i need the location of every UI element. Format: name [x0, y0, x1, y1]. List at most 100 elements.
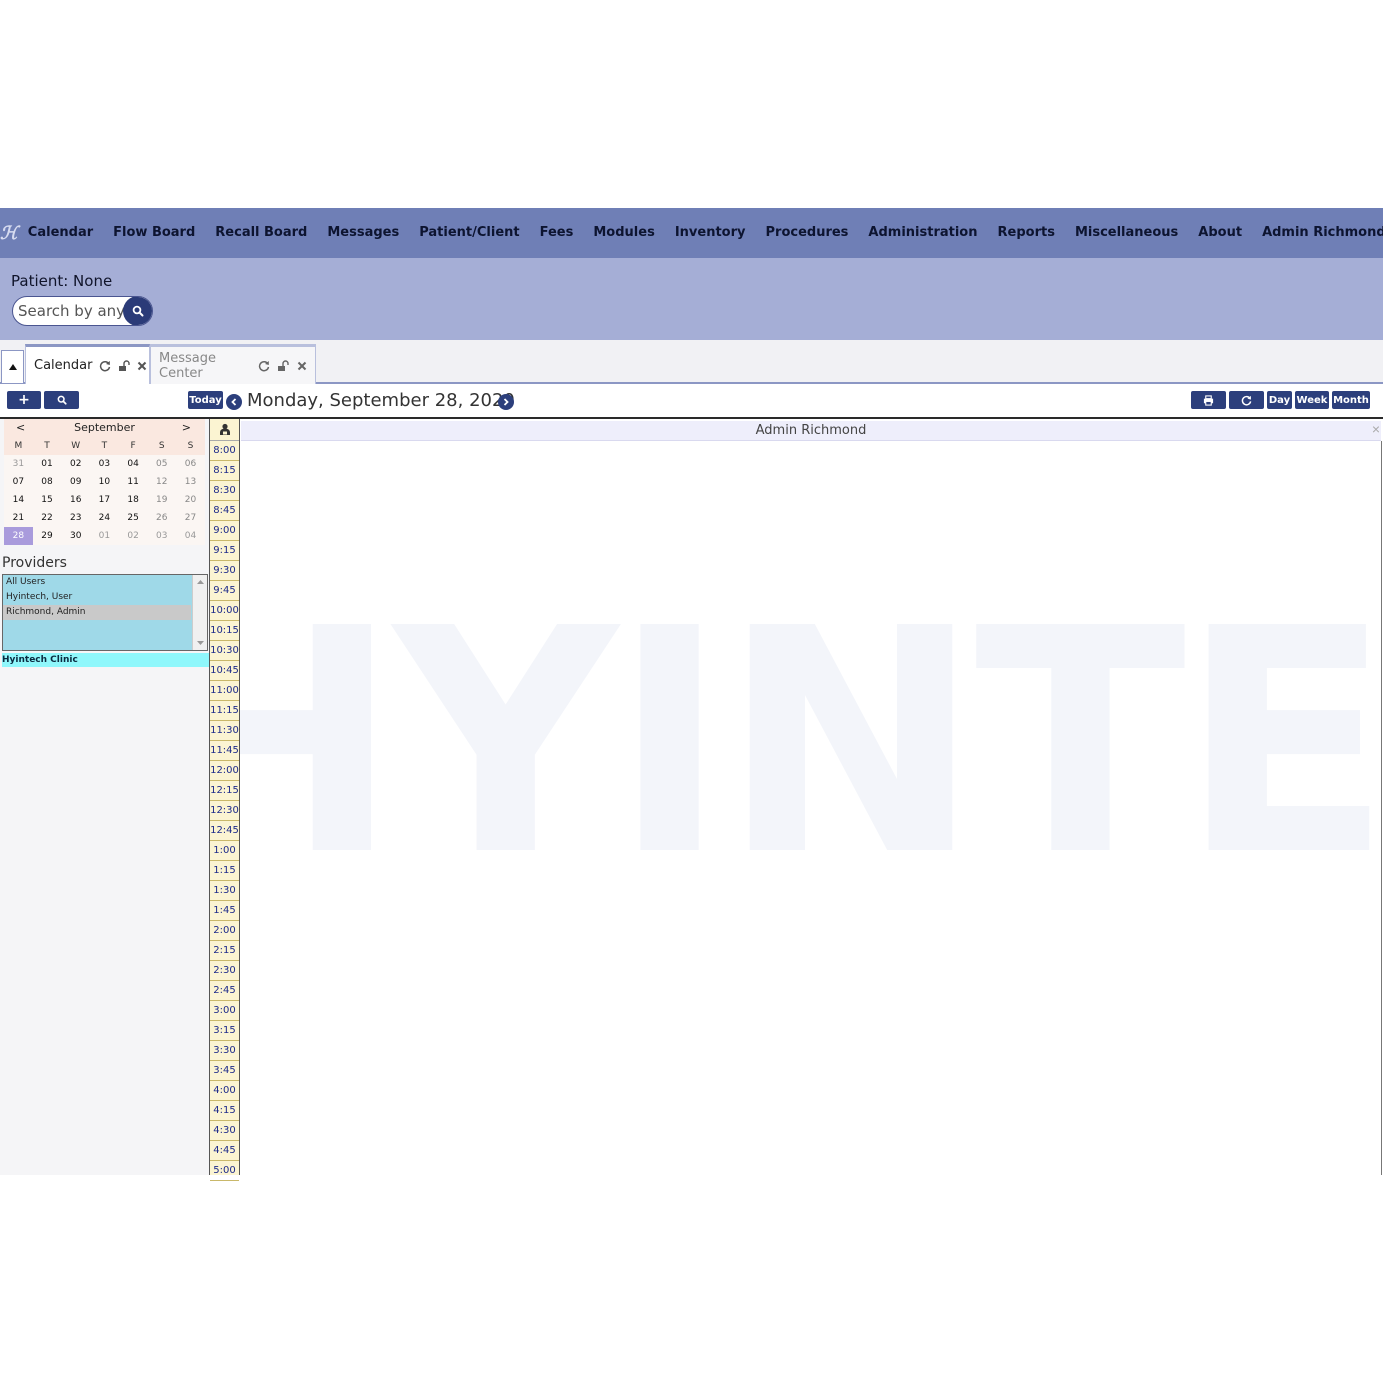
tab-message-center[interactable]: Message Center — [150, 344, 316, 384]
close-column-icon[interactable]: × — [1372, 421, 1380, 437]
nav-item-reports[interactable]: Reports — [988, 208, 1065, 258]
nav-item-about[interactable]: About — [1188, 208, 1252, 258]
time-slot[interactable]: 10:45 — [210, 661, 239, 681]
provider-icon[interactable] — [219, 423, 231, 436]
provider-option[interactable]: Hyintech, User — [3, 590, 191, 605]
patient-search-input[interactable] — [13, 297, 139, 325]
time-slot[interactable]: 4:00 — [210, 1081, 239, 1101]
collapse-toggle[interactable] — [1, 350, 24, 383]
providers-list[interactable]: All Users Hyintech, User Richmond, Admin — [2, 574, 208, 651]
refresh-button[interactable] — [1229, 391, 1264, 409]
calendar-day[interactable]: 14 — [4, 491, 33, 509]
time-slot[interactable]: 10:15 — [210, 621, 239, 641]
providers-scrollbar[interactable] — [192, 575, 207, 650]
prev-month-button[interactable]: < — [16, 419, 25, 437]
time-slot[interactable]: 4:30 — [210, 1121, 239, 1141]
provider-option[interactable]: All Users — [3, 575, 191, 590]
time-slot[interactable]: 1:45 — [210, 901, 239, 921]
time-slot[interactable]: 1:30 — [210, 881, 239, 901]
time-slot[interactable]: 2:30 — [210, 961, 239, 981]
calendar-day[interactable]: 18 — [118, 491, 148, 509]
time-slot[interactable]: 9:15 — [210, 541, 239, 561]
tab-calendar[interactable]: Calendar — [25, 344, 150, 384]
calendar-day[interactable]: 04 — [118, 455, 148, 473]
provider-option[interactable]: Richmond, Admin — [3, 605, 191, 620]
calendar-day[interactable]: 23 — [61, 509, 91, 527]
calendar-day[interactable]: 01 — [90, 527, 119, 545]
time-slot[interactable]: 10:00 — [210, 601, 239, 621]
calendar-day[interactable]: 03 — [90, 455, 119, 473]
time-slot[interactable]: 9:45 — [210, 581, 239, 601]
add-appointment-button[interactable]: + — [7, 391, 41, 409]
calendar-day[interactable]: 16 — [61, 491, 91, 509]
calendar-day[interactable]: 02 — [118, 527, 148, 545]
search-appointments-button[interactable] — [44, 391, 79, 409]
print-button[interactable] — [1191, 391, 1226, 409]
unlock-icon[interactable] — [118, 359, 131, 372]
time-slot[interactable]: 12:45 — [210, 821, 239, 841]
next-day-button[interactable] — [498, 394, 514, 410]
calendar-day[interactable]: 25 — [118, 509, 148, 527]
time-slot[interactable]: 2:00 — [210, 921, 239, 941]
calendar-day[interactable]: 15 — [32, 491, 62, 509]
calendar-day[interactable]: 08 — [32, 473, 62, 491]
nav-item-administration[interactable]: Administration — [858, 208, 987, 258]
time-slot[interactable]: 10:30 — [210, 641, 239, 661]
nav-item-messages[interactable]: Messages — [317, 208, 409, 258]
time-slot[interactable]: 9:30 — [210, 561, 239, 581]
close-icon[interactable] — [137, 360, 147, 372]
time-slot[interactable]: 5:00 — [210, 1161, 239, 1181]
time-slot[interactable]: 11:00 — [210, 681, 239, 701]
search-button[interactable] — [123, 297, 152, 325]
nav-item-modules[interactable]: Modules — [583, 208, 664, 258]
calendar-day[interactable]: 27 — [176, 509, 205, 527]
calendar-day[interactable]: 12 — [147, 473, 177, 491]
time-slot[interactable]: 8:45 — [210, 501, 239, 521]
nav-item-inventory[interactable]: Inventory — [665, 208, 756, 258]
calendar-day[interactable]: 22 — [32, 509, 62, 527]
month-view-button[interactable]: Month — [1332, 391, 1370, 409]
time-slot[interactable]: 3:30 — [210, 1041, 239, 1061]
time-slot[interactable]: 1:00 — [210, 841, 239, 861]
time-slot[interactable]: 11:15 — [210, 701, 239, 721]
calendar-day[interactable]: 07 — [4, 473, 33, 491]
calendar-day[interactable]: 04 — [176, 527, 205, 545]
calendar-day[interactable]: 21 — [4, 509, 33, 527]
nav-item-fees[interactable]: Fees — [530, 208, 584, 258]
time-slot[interactable]: 3:00 — [210, 1001, 239, 1021]
time-slot[interactable]: 4:45 — [210, 1141, 239, 1161]
calendar-day[interactable]: 03 — [147, 527, 177, 545]
nav-item-recall-board[interactable]: Recall Board — [205, 208, 317, 258]
facility-label[interactable]: Hyintech Clinic — [2, 653, 209, 667]
nav-item-patient-client[interactable]: Patient/Client — [409, 208, 529, 258]
calendar-day[interactable]: 26 — [147, 509, 177, 527]
time-slot[interactable]: 12:00 — [210, 761, 239, 781]
calendar-day[interactable]: 05 — [147, 455, 177, 473]
calendar-day[interactable]: 02 — [61, 455, 91, 473]
schedule-grid[interactable]: HYINTECH Admin Richmond × — [240, 419, 1383, 1175]
calendar-day[interactable]: 06 — [176, 455, 205, 473]
refresh-icon[interactable] — [99, 360, 111, 372]
week-view-button[interactable]: Week — [1295, 391, 1329, 409]
calendar-day[interactable]: 01 — [32, 455, 62, 473]
time-slot[interactable]: 11:45 — [210, 741, 239, 761]
close-icon[interactable] — [296, 360, 307, 372]
day-view-button[interactable]: Day — [1267, 391, 1292, 409]
nav-item-procedures[interactable]: Procedures — [756, 208, 859, 258]
calendar-day[interactable]: 20 — [176, 491, 205, 509]
calendar-day[interactable]: 09 — [61, 473, 91, 491]
time-slot[interactable]: 8:15 — [210, 461, 239, 481]
calendar-day[interactable]: 10 — [90, 473, 119, 491]
time-slot[interactable]: 2:45 — [210, 981, 239, 1001]
time-slot[interactable]: 4:15 — [210, 1101, 239, 1121]
time-slot[interactable]: 12:15 — [210, 781, 239, 801]
calendar-day[interactable]: 17 — [90, 491, 119, 509]
next-month-button[interactable]: > — [182, 419, 191, 437]
calendar-day[interactable]: 28 — [4, 527, 33, 545]
time-slot[interactable]: 8:00 — [210, 441, 239, 461]
time-slot[interactable]: 12:30 — [210, 801, 239, 821]
unlock-icon[interactable] — [277, 359, 290, 372]
time-slot[interactable]: 1:15 — [210, 861, 239, 881]
refresh-icon[interactable] — [258, 360, 270, 372]
nav-item-miscellaneous[interactable]: Miscellaneous — [1065, 208, 1188, 258]
